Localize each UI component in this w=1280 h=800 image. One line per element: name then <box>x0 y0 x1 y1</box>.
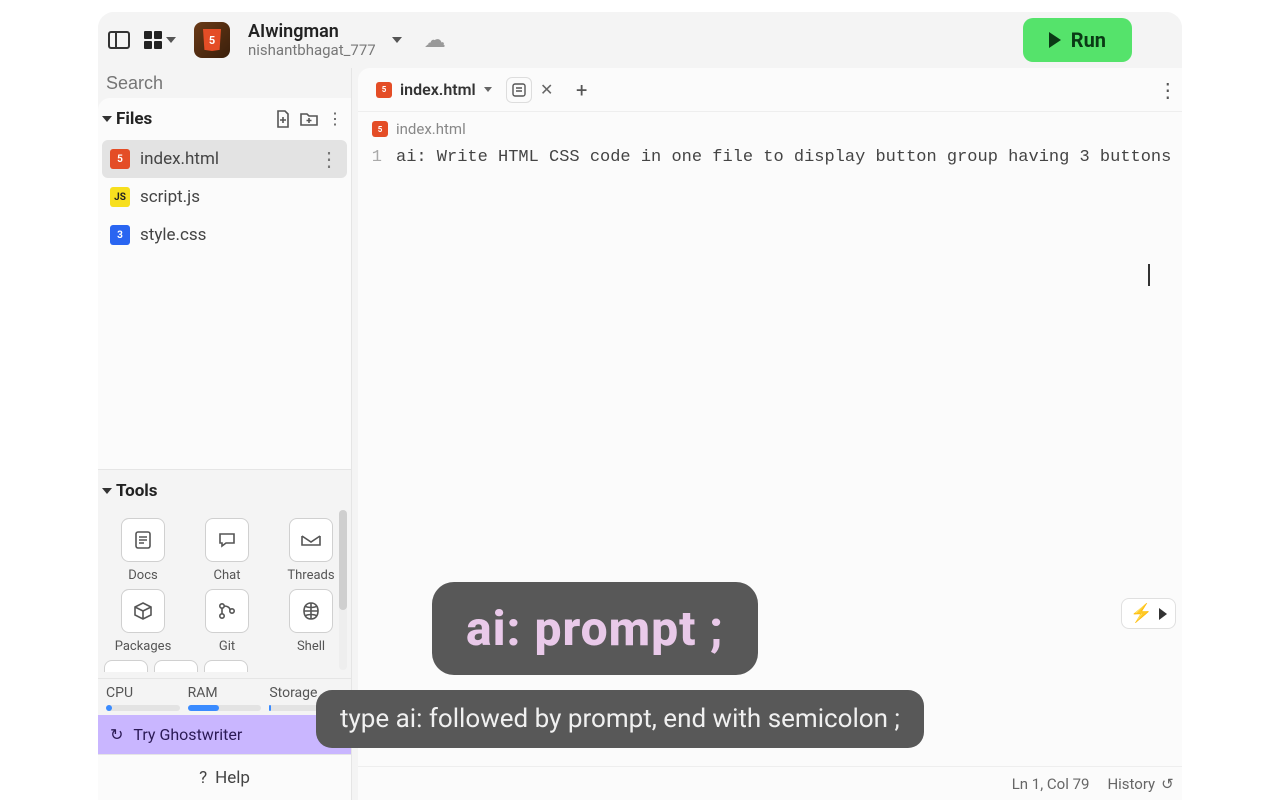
tool-chat[interactable]: Chat <box>188 518 266 583</box>
chevron-down-icon <box>102 116 112 122</box>
project-title: AIwingman <box>248 22 376 42</box>
history-icon: ↺ <box>1161 775 1174 793</box>
file-name: index.html <box>140 149 219 169</box>
tool-label: Chat <box>214 568 241 583</box>
html-file-icon: 5 <box>376 82 392 98</box>
ram-label: RAM <box>188 685 218 701</box>
header-bar: AIwingman nishantbhagat_777 ☁ Run <box>98 12 1182 68</box>
code-content: ai: Write HTML CSS code in one file to d… <box>396 148 1182 167</box>
tab-close-icon[interactable]: ✕ <box>536 79 558 101</box>
grid-icon <box>144 31 162 49</box>
search-row <box>98 68 351 98</box>
tool-label: Threads <box>287 568 334 583</box>
cpu-meter: CPU <box>106 685 180 711</box>
ghostwriter-banner[interactable]: ↻ Try Ghostwriter ✕ <box>98 715 351 754</box>
code-line: 1 ai: Write HTML CSS code in one file to… <box>358 146 1182 167</box>
tools-header[interactable]: Tools <box>98 470 351 512</box>
project-owner: nishantbhagat_777 <box>248 42 376 59</box>
help-icon: ? <box>199 768 207 788</box>
files-menu-icon[interactable]: ⋮ <box>325 109 345 129</box>
help-label: Help <box>215 768 250 788</box>
js-file-icon: JS <box>110 187 130 207</box>
play-icon <box>1049 32 1061 48</box>
run-label: Run <box>1071 28 1106 52</box>
file-name: script.js <box>140 187 200 207</box>
threads-icon <box>289 518 333 562</box>
file-name: style.css <box>140 225 206 245</box>
tool-label: Packages <box>115 639 172 654</box>
html5-shield-icon <box>202 29 222 51</box>
tool-label: Shell <box>297 639 325 654</box>
tools-label: Tools <box>116 481 158 501</box>
run-button[interactable]: Run <box>1023 18 1132 62</box>
project-icon <box>194 22 230 58</box>
breadcrumb-text: index.html <box>396 120 466 138</box>
bolt-icon: ⚡ <box>1130 603 1152 624</box>
cpu-label: CPU <box>106 685 133 701</box>
project-dropdown-icon[interactable] <box>392 37 402 43</box>
css-file-icon: 3 <box>110 225 130 245</box>
chevron-down-icon <box>166 37 176 43</box>
docs-icon <box>121 518 165 562</box>
help-button[interactable]: ? Help <box>98 754 351 800</box>
file-item-style-css[interactable]: 3 style.css <box>102 216 347 254</box>
git-icon <box>205 589 249 633</box>
cursor-position: Ln 1, Col 79 <box>1012 775 1090 793</box>
files-panel: Files ⋮ 5 index.html ⋮ <box>98 98 351 470</box>
tool-label: Git <box>219 639 235 654</box>
status-bar: Ln 1, Col 79 History ↺ <box>358 766 1182 800</box>
ai-expand-chip[interactable]: ⚡ <box>1121 598 1175 629</box>
file-item-script-js[interactable]: JS script.js <box>102 178 347 216</box>
project-title-block[interactable]: AIwingman nishantbhagat_777 <box>248 22 376 58</box>
tab-bar: 5 index.html ✕ + ⋮ <box>358 68 1182 112</box>
history-button[interactable]: History ↺ <box>1107 775 1173 793</box>
tool-git[interactable]: Git <box>188 589 266 654</box>
text-caret <box>1148 264 1150 286</box>
overlay-small-tip: type ai: followed by prompt, end with se… <box>316 690 924 748</box>
overlay-big-tip: ai: prompt ; <box>432 582 758 675</box>
sidebar: Files ⋮ 5 index.html ⋮ <box>98 68 352 800</box>
tool-packages[interactable]: Packages <box>104 589 182 654</box>
chat-icon <box>205 518 249 562</box>
app-menu[interactable] <box>144 31 176 49</box>
storage-label: Storage <box>269 685 317 701</box>
tool-label: Docs <box>128 568 157 583</box>
line-number: 1 <box>358 148 396 167</box>
ram-meter: RAM <box>188 685 262 711</box>
panel-toggle-icon[interactable] <box>108 31 130 49</box>
packages-icon <box>121 589 165 633</box>
chevron-down-icon <box>102 488 112 494</box>
new-folder-icon[interactable] <box>299 109 319 129</box>
resource-meters: CPU RAM Storage <box>98 678 351 715</box>
file-list: 5 index.html ⋮ JS script.js 3 style.css <box>98 140 351 254</box>
tab-index-html[interactable]: 5 index.html <box>366 74 502 105</box>
ghostwriter-label: Try Ghostwriter <box>133 725 242 744</box>
shell-icon <box>289 589 333 633</box>
search-input[interactable] <box>106 73 343 94</box>
chevron-down-icon <box>484 87 492 92</box>
tools-panel: Tools Docs Chat <box>98 470 351 800</box>
tab-add-icon[interactable]: + <box>568 76 596 104</box>
tools-grid: Docs Chat Threads <box>98 512 351 660</box>
preview-toggle-icon[interactable] <box>506 77 532 103</box>
tools-scrollbar[interactable] <box>339 510 347 670</box>
new-file-icon[interactable] <box>273 109 293 129</box>
tools-overflow-row <box>98 660 351 678</box>
history-label: History <box>1107 775 1155 793</box>
cloud-sync-icon[interactable]: ☁ <box>424 28 446 53</box>
html-file-icon: 5 <box>110 149 130 169</box>
tab-label: index.html <box>400 80 476 99</box>
files-label: Files <box>116 109 152 129</box>
chevron-right-icon <box>1159 608 1167 620</box>
tool-docs[interactable]: Docs <box>104 518 182 583</box>
file-item-index-html[interactable]: 5 index.html ⋮ <box>102 140 347 178</box>
html-file-icon: 5 <box>372 121 388 137</box>
sparkle-icon: ↻ <box>110 725 123 744</box>
breadcrumb: 5 index.html <box>358 112 1182 146</box>
files-header[interactable]: Files ⋮ <box>98 98 351 140</box>
